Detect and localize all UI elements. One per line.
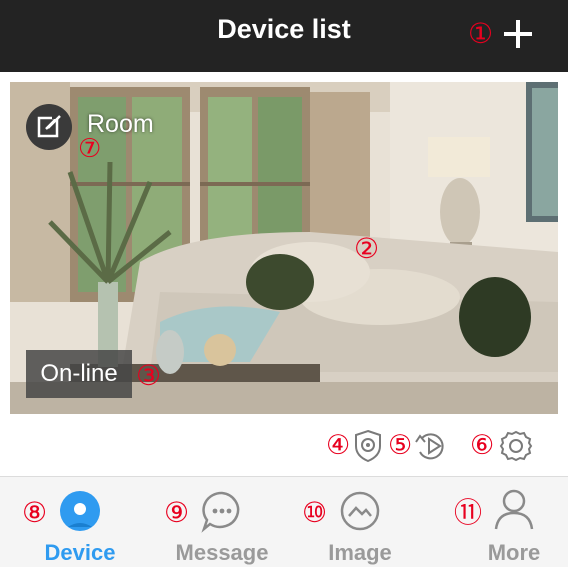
playback-icon <box>415 433 444 460</box>
settings-button[interactable] <box>498 428 534 464</box>
tab-message-label: Message <box>175 540 269 565</box>
tab-image-label: Image <box>328 540 392 565</box>
tab-device[interactable]: ⑧ Device <box>20 477 140 567</box>
marker-7: ⑦ <box>78 134 102 164</box>
tab-more-label: More <box>487 540 541 565</box>
marker-9: ⑨ <box>164 496 190 529</box>
tab-more[interactable]: ⑪ More <box>442 477 562 567</box>
message-icon <box>201 491 240 533</box>
marker-3: ③ <box>136 359 162 392</box>
tab-message[interactable]: ⑨ Message <box>162 477 282 567</box>
edit-icon <box>37 115 61 138</box>
plus-icon <box>504 20 532 48</box>
shield-camera-icon <box>355 429 381 463</box>
marker-6: ⑥ <box>470 430 495 461</box>
playback-button[interactable] <box>412 428 452 464</box>
image-icon <box>340 491 380 531</box>
edit-room-button[interactable] <box>26 104 72 150</box>
marker-11: ⑪ <box>454 496 483 529</box>
marker-2: ② <box>354 232 380 265</box>
tab-device-label: Device <box>44 540 116 565</box>
status-badge: On-line <box>26 350 132 398</box>
shield-button[interactable] <box>352 428 384 464</box>
person-icon <box>494 489 534 530</box>
marker-4: ④ <box>326 430 351 461</box>
marker-10: ⑩ <box>302 496 328 529</box>
marker-5: ⑤ <box>388 430 413 461</box>
bottom-tab-bar: ⑧ Device ⑨ Message ⑩ Image ⑪ More <box>0 476 568 567</box>
marker-1: ① <box>468 17 494 50</box>
add-device-button[interactable] <box>500 14 536 54</box>
marker-8: ⑧ <box>22 496 48 529</box>
settings-icon <box>499 430 533 462</box>
tab-image[interactable]: ⑩ Image <box>300 477 420 567</box>
device-icon <box>60 491 100 531</box>
